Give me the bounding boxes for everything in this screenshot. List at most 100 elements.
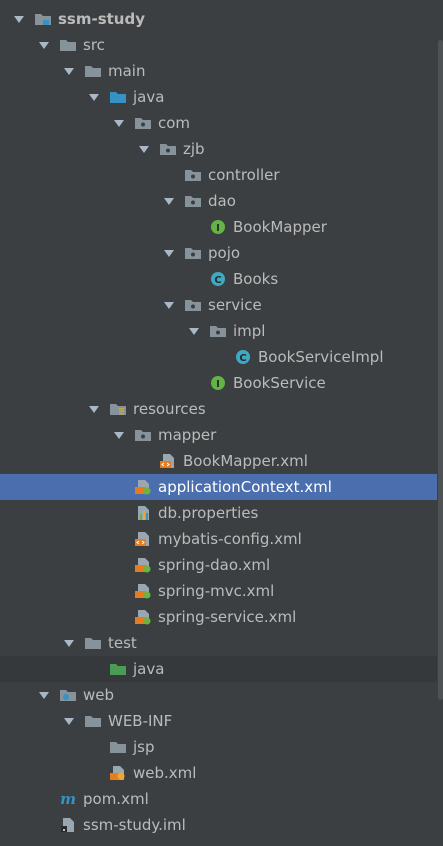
xml-file-icon	[134, 531, 152, 547]
tree-item-pom-xml[interactable]: m pom.xml	[0, 786, 437, 812]
folder-icon	[84, 713, 102, 729]
tree-item-books[interactable]: C Books	[0, 266, 437, 292]
chevron-down-icon[interactable]	[187, 318, 201, 344]
module-folder-icon	[34, 11, 52, 27]
tree-item-java[interactable]: java	[0, 84, 437, 110]
tree-item-label: com	[158, 114, 191, 132]
web-folder-icon	[59, 687, 77, 703]
tree-item-label: ssm-study	[58, 10, 146, 28]
tree-item-resources[interactable]: resources	[0, 396, 437, 422]
tree-item-label: BookMapper.xml	[183, 452, 308, 470]
class-icon: C	[209, 271, 227, 287]
tree-item-controller[interactable]: controller	[0, 162, 437, 188]
tree-item-dao[interactable]: dao	[0, 188, 437, 214]
tree-item-com[interactable]: com	[0, 110, 437, 136]
tree-item-label: BookService	[233, 374, 326, 392]
package-icon	[184, 297, 202, 313]
scrollbar-track[interactable]	[437, 0, 443, 846]
tree-item-spring-dao-xml[interactable]: spring-dao.xml	[0, 552, 437, 578]
tree-item-service[interactable]: service	[0, 292, 437, 318]
tree-item-applicationcontext-xml[interactable]: applicationContext.xml	[0, 474, 437, 500]
spring-xml-file-icon	[134, 609, 152, 625]
svg-text:I: I	[216, 379, 220, 390]
tree-item-zjb[interactable]: zjb	[0, 136, 437, 162]
class-icon: C	[234, 349, 252, 365]
tree-item-bookmapper-xml[interactable]: BookMapper.xml	[0, 448, 437, 474]
chevron-down-icon[interactable]	[62, 58, 76, 84]
tree-item-bookservice[interactable]: I BookService	[0, 370, 437, 396]
maven-icon: m	[59, 791, 77, 807]
chevron-down-icon[interactable]	[37, 32, 51, 58]
tree-item-label: service	[208, 296, 262, 314]
tree-item-jsp[interactable]: jsp	[0, 734, 437, 760]
package-icon	[184, 167, 202, 183]
tree-item-java[interactable]: java	[0, 656, 437, 682]
svg-text:C: C	[214, 275, 221, 286]
chevron-down-icon[interactable]	[62, 708, 76, 734]
tree-item-impl[interactable]: impl	[0, 318, 437, 344]
spring-xml-file-icon	[134, 479, 152, 495]
tree-item-label: pom.xml	[83, 790, 149, 808]
tree-item-src[interactable]: src	[0, 32, 437, 58]
package-icon	[209, 323, 227, 339]
tree-item-label: impl	[233, 322, 266, 340]
chevron-down-icon[interactable]	[137, 136, 151, 162]
spring-xml-file-icon	[134, 583, 152, 599]
chevron-down-icon[interactable]	[162, 240, 176, 266]
tree-item-label: spring-mvc.xml	[158, 582, 275, 600]
xml-file-icon	[159, 453, 177, 469]
chevron-down-icon[interactable]	[112, 422, 126, 448]
package-icon	[134, 427, 152, 443]
tree-item-web-xml[interactable]: web.xml	[0, 760, 437, 786]
tree-item-bookmapper[interactable]: I BookMapper	[0, 214, 437, 240]
iml-file-icon	[59, 817, 77, 833]
tree-item-main[interactable]: main	[0, 58, 437, 84]
svg-text:C: C	[239, 353, 246, 364]
tree-item-label: java	[133, 660, 165, 678]
folder-icon	[59, 37, 77, 53]
chevron-down-icon[interactable]	[62, 630, 76, 656]
package-icon	[159, 141, 177, 157]
tree-item-label: dao	[208, 192, 236, 210]
package-icon	[184, 193, 202, 209]
chevron-down-icon[interactable]	[162, 292, 176, 318]
tree-item-spring-service-xml[interactable]: spring-service.xml	[0, 604, 437, 630]
chevron-down-icon[interactable]	[87, 84, 101, 110]
chevron-down-icon[interactable]	[112, 110, 126, 136]
tree-item-label: web.xml	[133, 764, 197, 782]
tree-item-ssm-study-iml[interactable]: ssm-study.iml	[0, 812, 437, 838]
folder-icon	[109, 739, 127, 755]
tree-item-label: mybatis-config.xml	[158, 530, 302, 548]
chevron-down-icon[interactable]	[12, 6, 26, 32]
package-icon	[184, 245, 202, 261]
tree-item-label: mapper	[158, 426, 217, 444]
tree-item-ssm-study[interactable]: ssm-study	[0, 6, 437, 32]
tree-item-label: main	[108, 62, 146, 80]
tree-item-web[interactable]: web	[0, 682, 437, 708]
chevron-down-icon[interactable]	[87, 396, 101, 422]
tree-item-mybatis-config-xml[interactable]: mybatis-config.xml	[0, 526, 437, 552]
tree-item-label: BookServiceImpl	[258, 348, 384, 366]
spring-xml-file-icon	[134, 557, 152, 573]
tree-item-label: web	[83, 686, 115, 704]
tree-item-mapper[interactable]: mapper	[0, 422, 437, 448]
tree-item-label: java	[133, 88, 165, 106]
interface-icon: I	[209, 375, 227, 391]
tree-item-spring-mvc-xml[interactable]: spring-mvc.xml	[0, 578, 437, 604]
tree-item-label: spring-service.xml	[158, 608, 297, 626]
source-root-folder-icon	[109, 89, 127, 105]
tree-item-bookserviceimpl[interactable]: C BookServiceImpl	[0, 344, 437, 370]
chevron-down-icon[interactable]	[37, 682, 51, 708]
chevron-down-icon[interactable]	[162, 188, 176, 214]
tree-item-label: ssm-study.iml	[83, 816, 186, 834]
project-tree: ssm-study src main java com zjb controller dao I…	[0, 6, 437, 838]
tree-item-db-properties[interactable]: db.properties	[0, 500, 437, 526]
tree-item-label: resources	[133, 400, 206, 418]
tree-item-label: Books	[233, 270, 279, 288]
tree-item-test[interactable]: test	[0, 630, 437, 656]
scrollbar-thumb[interactable]	[438, 40, 443, 700]
tree-item-pojo[interactable]: pojo	[0, 240, 437, 266]
tree-item-web-inf[interactable]: WEB-INF	[0, 708, 437, 734]
tree-item-label: db.properties	[158, 504, 259, 522]
tree-item-label: applicationContext.xml	[158, 478, 332, 496]
